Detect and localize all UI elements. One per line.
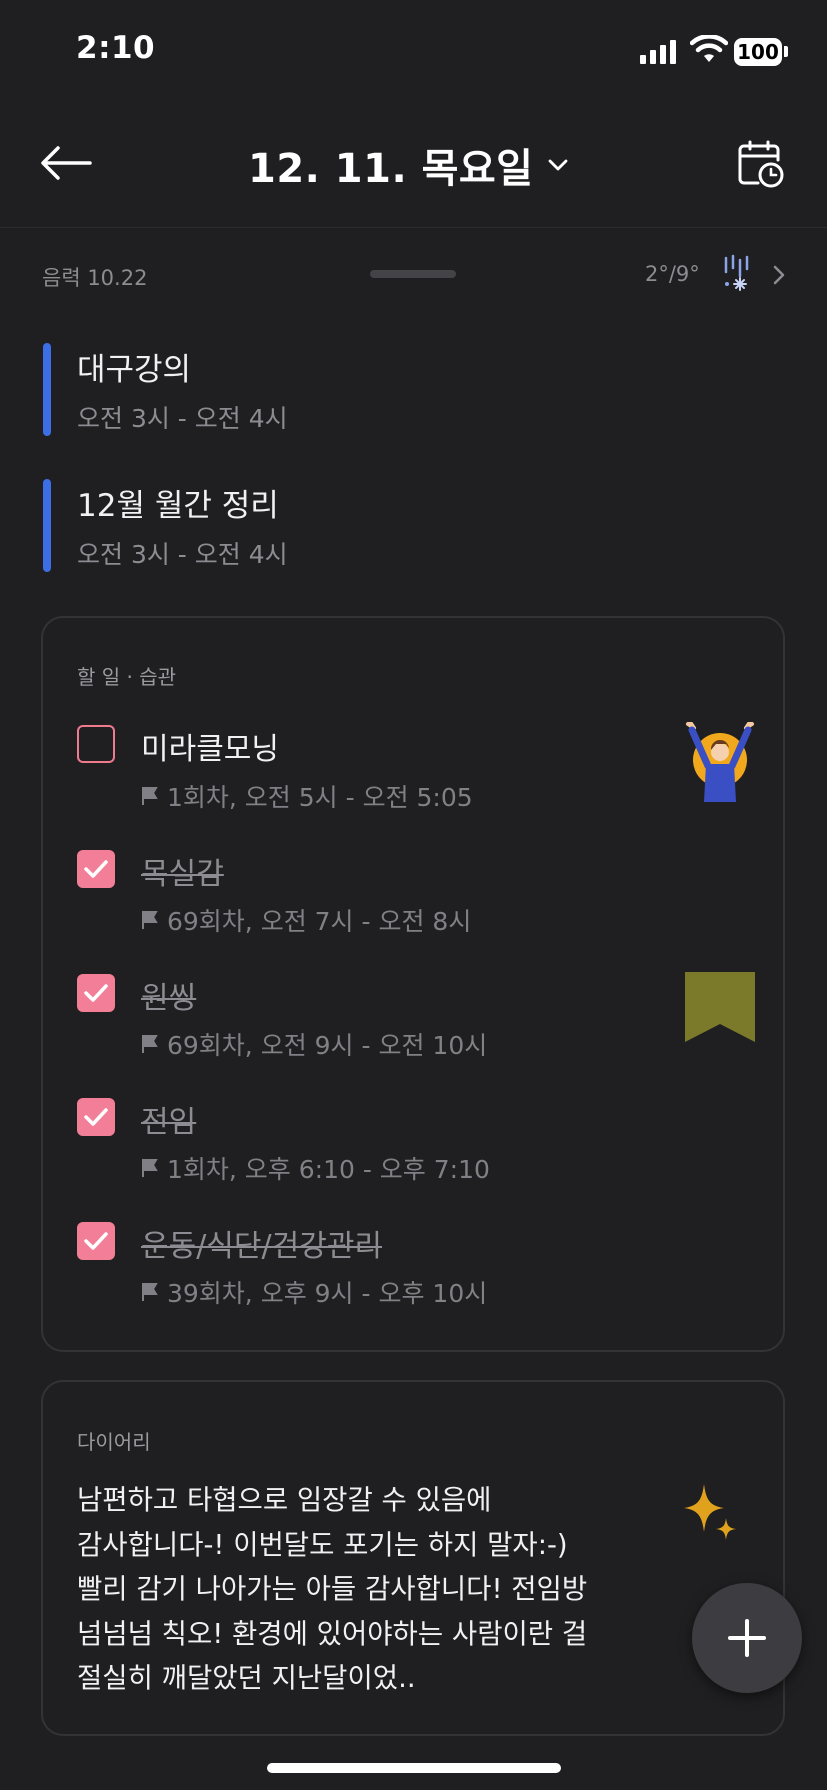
todo-checkbox-checked[interactable] (77, 974, 115, 1012)
check-icon (84, 1232, 108, 1250)
diary-line: 넘넘넘 칙오! 환경에 있어야하는 사람이란 걸 (77, 1617, 588, 1650)
todo-meta: 69회차, 오전 9시 - 오전 10시 (141, 1026, 487, 1062)
todo-meta-text: 1회차, 오후 6:10 - 오후 7:10 (167, 1155, 490, 1184)
flag-icon (142, 1035, 158, 1053)
event-color-bar (43, 479, 51, 572)
page-title: 12. 11. 목요일 (248, 146, 534, 192)
event-time: 오전 3시 - 오전 4시 (77, 404, 288, 433)
todo-title[interactable]: 원씽 (141, 973, 196, 1017)
home-indicator[interactable] (267, 1763, 561, 1773)
todo-meta-text: 1회차, 오전 5시 - 오전 5:05 (167, 783, 473, 812)
todo-meta-text: 69회차, 오전 9시 - 오전 10시 (167, 1031, 488, 1060)
plus-icon (728, 1619, 766, 1657)
cellular-signal-icon (640, 38, 680, 64)
cheering-person-icon (686, 722, 754, 802)
diary-section-label: 다이어리 (77, 1430, 151, 1454)
lunar-date: 음력 10.22 (42, 266, 148, 290)
battery-icon: 100 (734, 38, 782, 66)
todo-checkbox-checked[interactable] (77, 1098, 115, 1136)
todo-checkbox-checked[interactable] (77, 850, 115, 888)
event-color-bar (43, 343, 51, 436)
todo-title[interactable]: 전임 (141, 1097, 196, 1141)
todo-meta: 1회차, 오전 5시 - 오전 5:05 (141, 778, 473, 814)
snow-icon (724, 254, 749, 291)
status-time: 2:10 (76, 30, 156, 66)
flag-icon (142, 787, 158, 805)
todo-checkbox-checked[interactable] (77, 1222, 115, 1260)
diary-line: 빨리 감기 나아가는 아들 감사합니다! 전임방 (77, 1573, 588, 1605)
check-icon (84, 984, 108, 1002)
todo-section-label: 할 일 · 습관 (77, 665, 177, 689)
weather-temperature[interactable]: 2°/9° (645, 262, 700, 286)
drag-handle[interactable] (370, 270, 456, 278)
bookmark-icon (685, 972, 755, 1042)
sparkle-icon (684, 1484, 736, 1540)
calendar-clock-icon[interactable] (736, 140, 786, 190)
battery-tip (784, 46, 788, 57)
todo-title[interactable]: 목실감 (141, 849, 224, 893)
todo-meta-text: 69회차, 오전 7시 - 오전 8시 (167, 907, 472, 936)
battery-level: 100 (737, 40, 779, 64)
todo-meta: 69회차, 오전 7시 - 오전 8시 (141, 902, 471, 938)
todo-meta: 39회차, 오후 9시 - 오후 10시 (141, 1274, 487, 1310)
check-icon (84, 1108, 108, 1126)
diary-line: 절실히 깨달았던 지난달이었.. (77, 1662, 416, 1694)
chevron-right-icon[interactable] (772, 264, 786, 286)
todo-title[interactable]: 운동/식단/건강관리 (141, 1221, 382, 1265)
flag-icon (142, 911, 158, 929)
header-divider (0, 227, 827, 228)
back-arrow-icon[interactable] (38, 143, 94, 183)
todo-checkbox[interactable] (77, 725, 115, 763)
todo-meta: 1회차, 오후 6:10 - 오후 7:10 (141, 1150, 490, 1186)
chevron-down-icon (549, 159, 568, 171)
diary-line: 남편하고 타협으로 임장갈 수 있음에 (77, 1484, 492, 1516)
todo-title[interactable]: 미라클모닝 (141, 724, 279, 768)
add-button[interactable] (692, 1583, 802, 1693)
flag-icon (142, 1283, 158, 1301)
event-title: 대구강의 (77, 352, 192, 388)
todo-meta-text: 39회차, 오후 9시 - 오후 10시 (167, 1279, 488, 1308)
event-time: 오전 3시 - 오전 4시 (77, 540, 288, 569)
wifi-icon (690, 35, 728, 62)
check-icon (84, 860, 108, 878)
date-selector[interactable]: 12. 11. 목요일 (248, 140, 569, 192)
event-title: 12월 월간 정리 (77, 488, 279, 524)
diary-line: 감사합니다-! 이번달도 포기는 하지 말자:-) (77, 1528, 568, 1561)
diary-entry: 남편하고 타협으로 임장갈 수 있음에 감사합니다-! 이번달도 포기는 하지 … (77, 1478, 637, 1701)
flag-icon (142, 1159, 158, 1177)
